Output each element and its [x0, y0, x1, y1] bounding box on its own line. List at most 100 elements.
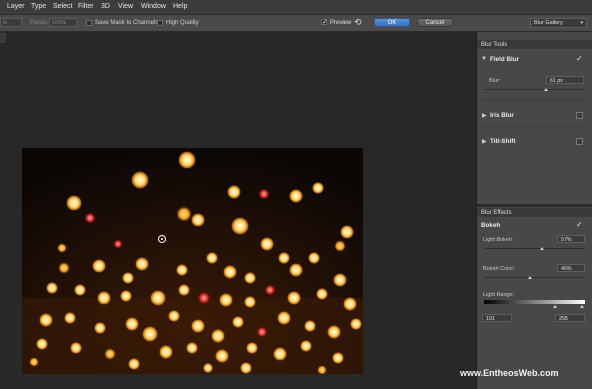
bokeh-light [273, 347, 287, 361]
bokeh-light [312, 182, 324, 194]
blur-tools-header-label: Blur Tools [481, 42, 508, 48]
bokeh-light [64, 312, 76, 324]
bokeh-light [350, 318, 362, 330]
high-quality-checkbox[interactable] [157, 20, 163, 26]
bokeh-light [231, 217, 249, 235]
bokeh-light [244, 296, 256, 308]
bokeh-light [260, 237, 274, 251]
light-bokeh-slider-thumb[interactable] [539, 247, 544, 250]
blur-slider-thumb[interactable] [543, 88, 548, 91]
bokeh-light [120, 290, 132, 302]
workspace-select[interactable]: Blur Gallery ▾ [530, 18, 587, 28]
light-range-label: Light Range: [483, 292, 515, 298]
light-range-low-thumb[interactable] [553, 305, 557, 308]
bokeh-color-value: 46% [561, 266, 572, 272]
light-range-low-input[interactable]: 191 [482, 314, 512, 322]
bokeh-light [57, 243, 67, 253]
menu-layer[interactable]: Layer [7, 3, 25, 10]
field-blur-check-icon[interactable]: ✓ [576, 54, 583, 63]
menu-help[interactable]: Help [173, 3, 187, 10]
bokeh-light [287, 291, 301, 305]
bokeh-color-slider-track[interactable] [484, 277, 585, 278]
bokeh-light [113, 239, 123, 249]
tilt-shift-title: Tilt-Shift [490, 138, 516, 145]
bokeh-check-icon[interactable]: ✓ [576, 220, 583, 229]
bokeh-color-input[interactable]: 46% [557, 264, 585, 272]
focus-input[interactable]: 100% [49, 18, 77, 27]
bokeh-light [327, 325, 341, 339]
bokeh-light [304, 320, 316, 332]
reset-icon[interactable]: ⟲ [354, 17, 362, 28]
bokeh-light [206, 252, 218, 264]
save-mask-checkbox[interactable] [86, 20, 92, 26]
menu-3d[interactable]: 3D [101, 3, 110, 10]
menu-filter[interactable]: Filter [78, 3, 94, 10]
document-tab[interactable] [0, 33, 6, 43]
bokeh-title: Bokeh [481, 222, 501, 229]
light-range-high-thumb[interactable] [580, 305, 584, 308]
menu-select[interactable]: Select [53, 3, 72, 10]
bokeh-light [186, 342, 198, 354]
watermark: www.EntheosWeb.com [460, 368, 559, 378]
bokeh-light [168, 310, 180, 322]
focus-label: Focus: [30, 20, 49, 26]
blur-value-input[interactable]: 61 px [546, 76, 584, 84]
bokeh-light [332, 352, 344, 364]
ok-button[interactable]: OK [374, 18, 410, 27]
mode-dropdown[interactable]: lo [0, 18, 22, 27]
bokeh-light [74, 284, 86, 296]
bokeh-light [223, 265, 237, 279]
light-range-high-input[interactable]: 255 [555, 314, 585, 322]
bokeh-light [142, 326, 158, 342]
bokeh-light [46, 282, 58, 294]
bokeh-light [176, 206, 192, 222]
bokeh-light [334, 240, 346, 252]
bokeh-light [246, 342, 258, 354]
bokeh-light [227, 185, 241, 199]
preview-checkbox[interactable]: ✓ [321, 19, 328, 26]
bokeh-light [343, 297, 357, 311]
expand-triangle-icon[interactable]: ▶ [482, 112, 487, 119]
preview-label: Preview [330, 20, 352, 26]
bokeh-light [240, 362, 252, 374]
menu-window[interactable]: Window [141, 3, 166, 10]
bokeh-light [178, 151, 196, 169]
mode-dropdown-value: lo [3, 20, 8, 26]
blur-effects-header-label: Blur Effects [481, 210, 512, 216]
bokeh-photo [22, 148, 363, 374]
bokeh-color-slider-thumb[interactable] [528, 276, 533, 279]
bokeh-color-label: Bokeh Color: [483, 266, 515, 272]
bokeh-light [131, 171, 149, 189]
divider [481, 126, 589, 127]
bokeh-light [203, 363, 213, 373]
bokeh-light [125, 317, 139, 331]
bokeh-light [300, 340, 312, 352]
blur-label: Blur: [489, 78, 501, 84]
menu-view[interactable]: View [118, 3, 133, 10]
bokeh-light [122, 272, 134, 284]
high-quality-label: High Quality [166, 20, 199, 26]
bokeh-light [264, 284, 276, 296]
blur-value: 61 px [550, 78, 563, 84]
light-bokeh-slider-track[interactable] [484, 248, 585, 249]
bokeh-light [150, 290, 166, 306]
bokeh-light [289, 263, 303, 277]
menu-type[interactable]: Type [31, 3, 46, 10]
bokeh-light [316, 288, 328, 300]
bokeh-light [232, 316, 244, 328]
light-bokeh-input[interactable]: 57% [557, 235, 585, 243]
cancel-button[interactable]: Cancel [417, 18, 453, 27]
tilt-shift-checkbox[interactable] [576, 138, 583, 145]
bokeh-light [340, 225, 354, 239]
light-range-low-value: 191 [486, 316, 495, 322]
bokeh-light [70, 342, 82, 354]
collapse-triangle-icon[interactable]: ▼ [481, 56, 487, 62]
bokeh-light [308, 252, 320, 264]
bokeh-lights-image [22, 148, 363, 374]
bokeh-light [258, 188, 270, 200]
expand-triangle-icon[interactable]: ▶ [482, 138, 487, 145]
bokeh-light [244, 272, 256, 284]
blur-slider-track[interactable] [484, 89, 585, 90]
options-bar: lo Focus: 100% Save Mask to Channels Hig… [0, 15, 592, 32]
iris-blur-checkbox[interactable] [576, 112, 583, 119]
